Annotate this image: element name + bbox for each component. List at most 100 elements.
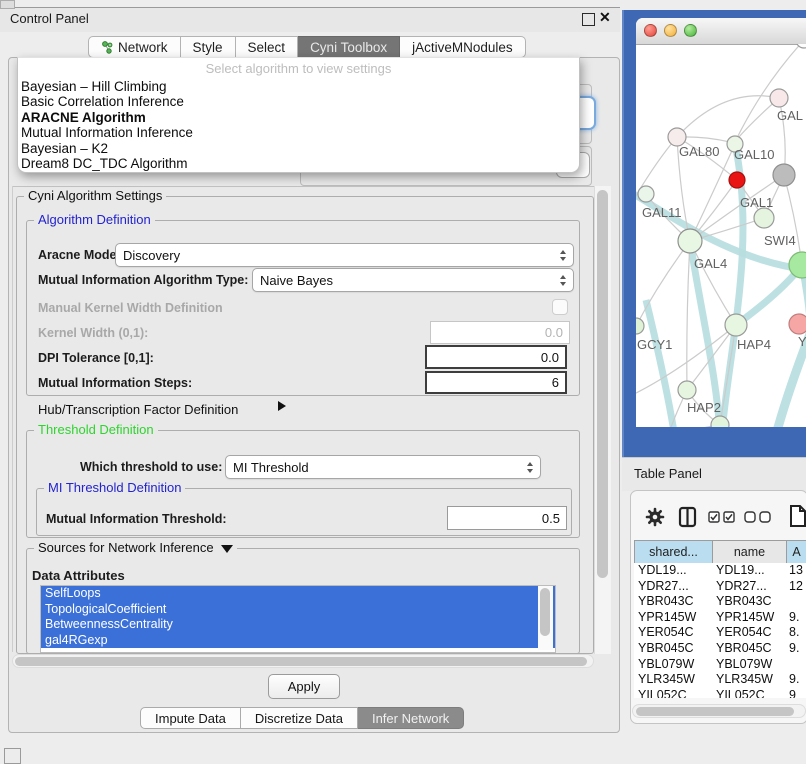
attributes-scrollbar[interactable] [538,586,553,650]
close-icon[interactable]: ✕ [599,9,611,26]
deselect-all-icon[interactable] [744,511,772,523]
aracne-mode-label: Aracne Mode: [38,248,121,262]
table-row[interactable]: YIL052CYIL052C9 [634,688,806,698]
algorithm-item[interactable]: Bayesian – K2 [18,141,579,156]
aracne-mode-select[interactable]: Discovery [115,243,574,267]
algorithm-item[interactable]: Mutual Information Inference [18,125,579,140]
table-cell: 13 [786,563,806,579]
network-node[interactable] [636,318,644,334]
table-row[interactable]: YBL079WYBL079W [634,657,806,673]
minimize-traffic-light[interactable] [664,24,677,37]
edge-thin[interactable] [636,425,720,427]
control-panel-tabbar: Network Style Select Cyni Toolbox jActiveMNo… [88,36,526,58]
network-node[interactable] [678,229,702,253]
zoom-traffic-light[interactable] [684,24,697,37]
viewport-left-border [12,186,13,652]
tab-label: Style [193,40,223,55]
attribute-item[interactable]: SelfLoops [41,586,555,602]
tab-label: Cyni Toolbox [310,40,387,55]
manual-kernel-label: Manual Kernel Width Definition [38,301,223,315]
column-header[interactable]: name [713,541,787,563]
settings-vscrollbar[interactable] [594,186,611,654]
table-row[interactable]: YER054CYER054C8. [634,625,806,641]
mi-steps-field[interactable]: 6 [425,371,567,394]
edge-thin[interactable] [687,241,690,390]
table-cell: YDL19... [712,563,786,579]
node-label: HAP2 [687,400,721,415]
float-window-icon[interactable] [582,13,595,26]
tab-cyni-toolbox[interactable]: Cyni Toolbox [298,36,400,58]
table-row[interactable]: YLR345WYLR345W9. [634,672,806,688]
columns-icon[interactable] [678,506,698,528]
table-cell: YDR27... [634,579,712,595]
table-cell: 8. [786,625,806,641]
table-cell: YIL052C [712,688,786,698]
stepper-icon [527,462,533,473]
gear-icon[interactable] [645,507,665,527]
tab-style[interactable]: Style [181,36,236,58]
tab-jactivemnodules[interactable]: jActiveMNodules [400,36,526,58]
network-node[interactable] [773,164,795,186]
algorithm-item[interactable]: Bayesian – Hill Climbing [18,79,579,94]
kernel-width-field[interactable]: 0.0 [430,321,570,344]
settings-hscrollbar[interactable] [12,654,594,668]
dpi-tolerance-field[interactable]: 0.0 [425,345,567,369]
column-header[interactable]: A [787,541,806,563]
bottom-tabbar: Impute DataDiscretize DataInfer Network [140,707,464,729]
select-all-icon[interactable] [708,511,736,523]
network-node[interactable] [638,186,654,202]
tab-select[interactable]: Select [236,36,299,58]
file-icon[interactable] [789,504,806,528]
network-node[interactable] [729,172,745,188]
table-cell: YBL079W [712,657,786,673]
network-node[interactable] [725,314,747,336]
table-row[interactable]: YBR043CYBR043C [634,594,806,610]
data-attributes-list[interactable]: SelfLoopsTopologicalCoefficientBetweenne… [40,585,556,653]
table-cell: 9. [786,610,806,626]
edge-thin[interactable] [636,241,690,326]
edge-thin[interactable] [677,96,779,137]
settings-vscrollbar-thumb[interactable] [597,190,608,578]
algorithm-item[interactable]: Dream8 DC_TDC Algorithm [18,156,579,171]
table-cell: YDR27... [712,579,786,595]
network-node[interactable] [754,208,774,228]
tab-impute-data[interactable]: Impute Data [140,707,241,729]
which-threshold-select[interactable]: MI Threshold [225,455,541,479]
tab-infer-network[interactable]: Infer Network [358,707,464,729]
edge-thin[interactable] [720,325,736,425]
table-hscrollbar-thumb[interactable] [636,707,794,716]
expand-arrow-icon[interactable] [278,401,286,411]
table-body[interactable]: YDL19...YDL19...13YDR27...YDR27...12YBR0… [634,563,806,698]
attribute-item[interactable]: gal4RGexp [41,633,555,649]
table-row[interactable]: YDR27...YDR27...12 [634,579,806,595]
attributes-scrollbar-thumb[interactable] [540,588,550,636]
mi-algorithm-type-select[interactable]: Naive Bayes [252,268,574,292]
tab-discretize-data[interactable]: Discretize Data [241,707,358,729]
algorithm-item[interactable]: ARACNE Algorithm [18,110,579,125]
edge-thick[interactable] [646,300,680,427]
settings-hscrollbar-thumb[interactable] [15,657,587,666]
network-node[interactable] [678,381,696,399]
manual-kernel-checkbox[interactable] [552,299,568,315]
table-hscrollbar[interactable] [632,704,806,718]
tab-network[interactable]: Network [88,36,181,58]
node-label: GAL1 [740,195,773,210]
column-header[interactable]: shared... [635,541,713,563]
table-row[interactable]: YDL19...YDL19...13 [634,563,806,579]
network-node[interactable] [789,314,806,334]
mi-threshold-field[interactable]: 0.5 [447,506,567,530]
network-canvas[interactable]: GALGAL80GAL10GAL1GAL11GAL4SWI4GCY1HAP4YH… [636,44,806,427]
node-label: GAL [777,108,803,123]
edge-thin[interactable] [784,175,802,265]
table-row[interactable]: YBR045CYBR045C9. [634,641,806,657]
collapse-arrow-icon[interactable] [221,545,233,553]
algorithm-item[interactable]: Basic Correlation Inference [18,94,579,109]
table-row[interactable]: YPR145WYPR145W9. [634,610,806,626]
network-window-titlebar[interactable] [636,18,806,45]
attribute-item[interactable]: TopologicalCoefficient [41,602,555,618]
close-traffic-light[interactable] [644,24,657,37]
apply-button[interactable]: Apply [268,674,340,699]
algorithm-placeholder: Select algorithm to view settings [18,61,579,76]
attribute-item[interactable]: BetweennessCentrality [41,617,555,633]
network-node[interactable] [770,89,788,107]
